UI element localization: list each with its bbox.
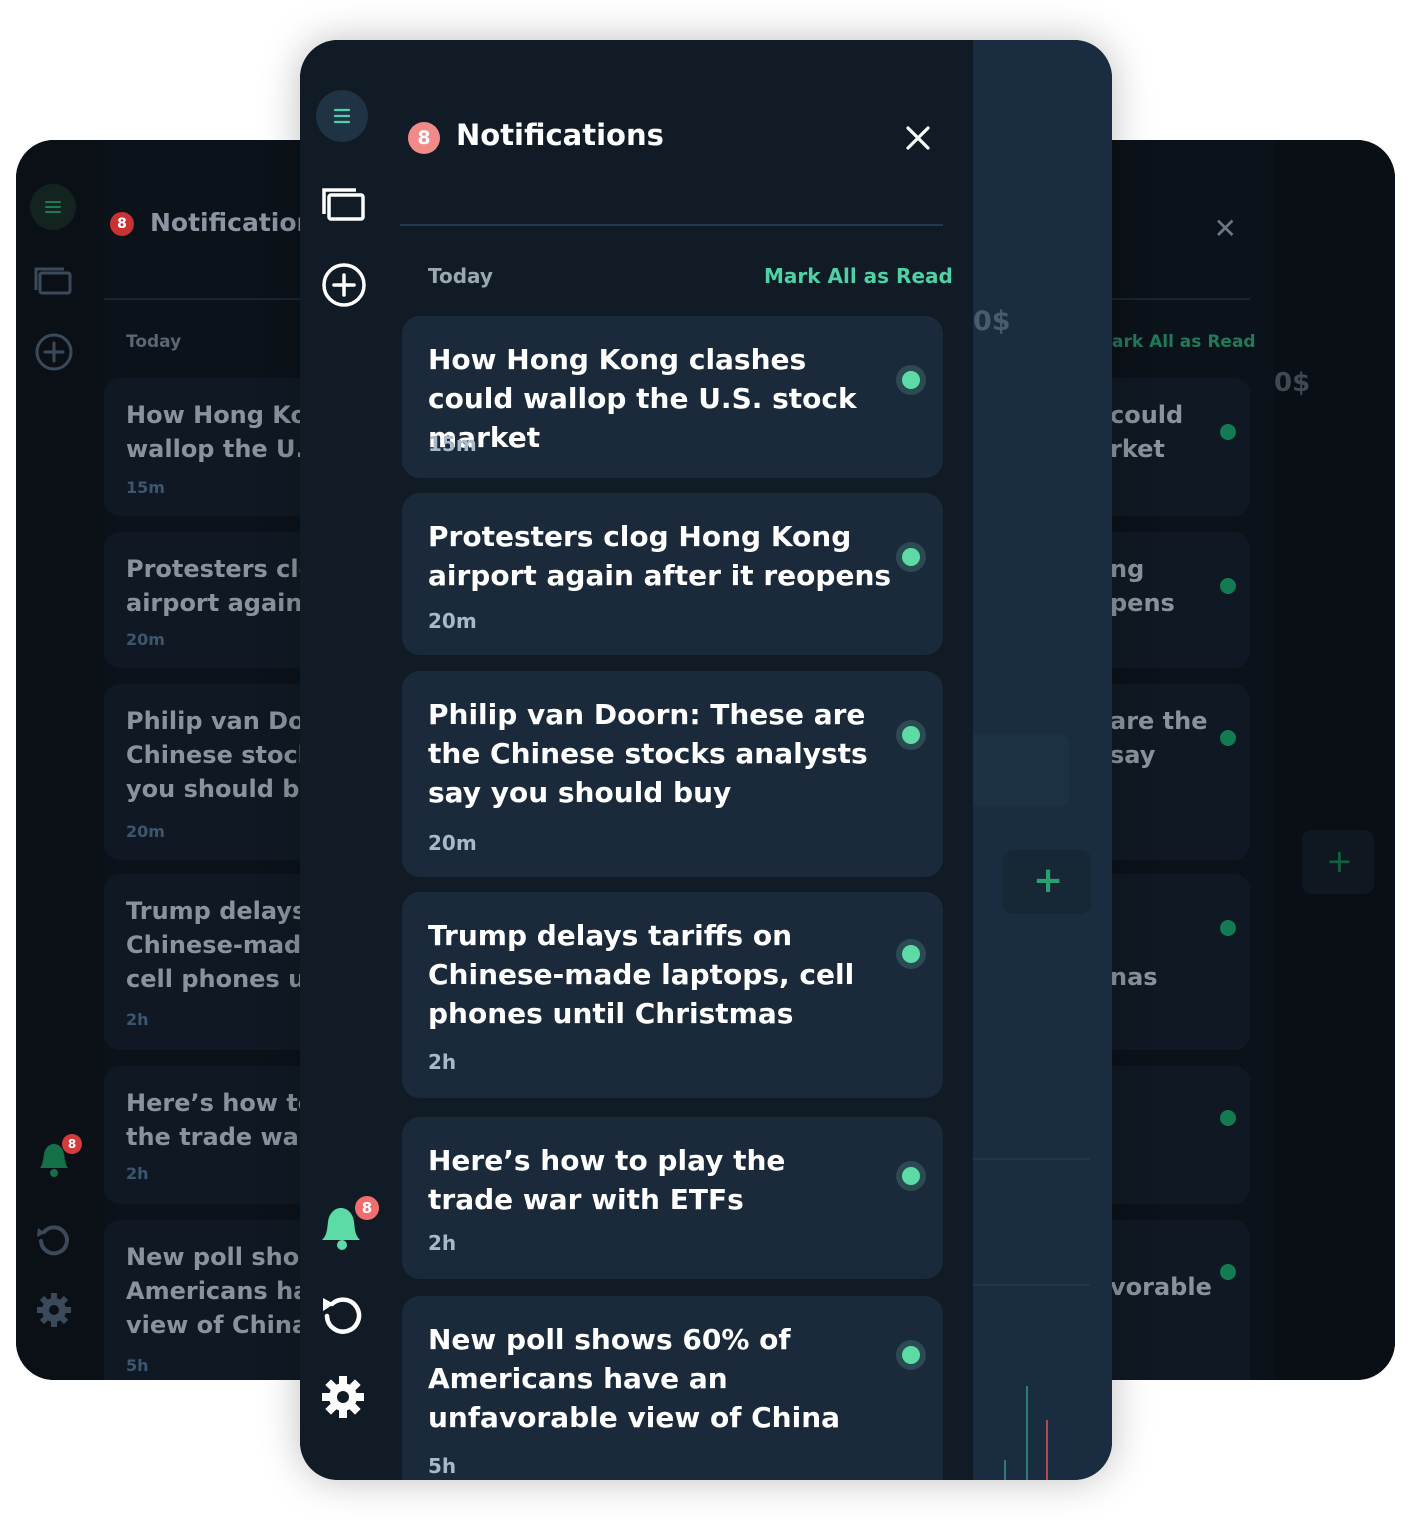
background-menu-button: [30, 184, 76, 230]
background-item-fragment: are the say: [1110, 707, 1208, 769]
underlying-divider: [973, 1284, 1090, 1286]
unread-dot: [1220, 730, 1236, 746]
menu-icon: [45, 201, 61, 213]
background-item-fragment: ng pens: [1110, 555, 1175, 617]
panel-title: Notifications: [456, 118, 664, 152]
background-right-column: [1274, 140, 1395, 1380]
notifications-panel: 8 Notifications Today Mark All as Read H…: [386, 40, 973, 1480]
screens-icon[interactable]: [321, 186, 367, 224]
notification-title: New poll shows 60% of Americans have an …: [428, 1323, 841, 1434]
header-divider: [400, 224, 943, 226]
background-bell-badge: 8: [62, 1134, 82, 1154]
notification-item[interactable]: New poll shows 60% of Americans have an …: [402, 1296, 943, 1480]
gear-icon: [37, 1293, 71, 1327]
unread-dot: [902, 726, 920, 744]
unread-dot: [1220, 578, 1236, 594]
menu-button[interactable]: [316, 90, 368, 142]
gear-icon[interactable]: [320, 1374, 366, 1420]
unread-dot: [902, 945, 920, 963]
refresh-icon[interactable]: [320, 1292, 366, 1338]
notifications-window: 0$ + 8 8 Notifications Today Mark All as…: [300, 40, 1112, 1480]
close-icon[interactable]: [902, 122, 934, 154]
notification-title: Here’s how to play the trade war with ET…: [428, 1144, 786, 1216]
underlying-divider: [973, 1158, 1090, 1160]
mark-all-read-button[interactable]: Mark All as Read: [764, 264, 953, 288]
background-notification-badge: 8: [110, 212, 134, 236]
notification-count-badge: 8: [408, 122, 440, 154]
unread-dot: [1220, 1110, 1236, 1126]
background-add-tile: +: [1302, 830, 1374, 894]
notification-item[interactable]: Philip van Doorn: These are the Chinese …: [402, 671, 943, 877]
background-sidebar: 8: [16, 140, 104, 1380]
unread-dot: [1220, 424, 1236, 440]
notification-title: Philip van Doorn: These are the Chinese …: [428, 698, 868, 809]
unread-dot: [902, 1167, 920, 1185]
notification-item[interactable]: Protesters clog Hong Kong airport again …: [402, 493, 943, 655]
notification-item[interactable]: Here’s how to play the trade war with ET…: [402, 1117, 943, 1279]
unread-dot: [902, 371, 920, 389]
unread-dot: [1220, 1264, 1236, 1280]
unread-dot: [902, 1346, 920, 1364]
underlying-add-button: +: [1003, 850, 1091, 914]
underlying-tile: [973, 734, 1069, 806]
notification-time: 15m: [428, 432, 477, 456]
notification-title: Protesters clog Hong Kong airport again …: [428, 520, 892, 592]
notification-time: 20m: [428, 831, 477, 855]
notification-title: How Hong Kong clashes could wallop the U…: [428, 343, 857, 454]
notification-time: 20m: [428, 609, 477, 633]
notification-item[interactable]: How Hong Kong clashes could wallop the U…: [402, 316, 943, 478]
add-circle-icon[interactable]: [321, 262, 367, 308]
background-section-label: Today: [126, 332, 182, 352]
bell-badge: 8: [353, 1194, 381, 1222]
add-circle-icon: [35, 333, 73, 371]
underlying-chart-candle: [1004, 1460, 1006, 1480]
background-mark-all-read: ark All as Read: [1112, 332, 1256, 352]
background-close-icon: ✕: [1213, 212, 1237, 245]
refresh-icon: [37, 1225, 69, 1256]
notification-time: 2h: [428, 1050, 457, 1074]
background-item-fragment: could rket: [1110, 401, 1184, 463]
section-label: Today: [428, 264, 493, 288]
screens-icon: [34, 267, 72, 295]
notification-title: Trump delays tariffs on Chinese-made lap…: [428, 919, 855, 1030]
underlying-fragment-text: 0$: [973, 306, 1011, 337]
sidebar: 8: [300, 40, 386, 1480]
unread-dot: [1220, 920, 1236, 936]
background-item-fragment: nas: [1110, 963, 1158, 991]
notification-time: 5h: [428, 1454, 457, 1478]
menu-icon: [333, 108, 351, 124]
unread-dot: [902, 548, 920, 566]
underlying-chart-candle: [1026, 1386, 1028, 1480]
notification-item[interactable]: Trump delays tariffs on Chinese-made lap…: [402, 892, 943, 1098]
notification-time: 2h: [428, 1231, 457, 1255]
background-item-fragment: vorable: [1110, 1273, 1212, 1301]
underlying-chart-candle: [1046, 1420, 1048, 1480]
background-fragment-text: 0$: [1274, 368, 1311, 398]
